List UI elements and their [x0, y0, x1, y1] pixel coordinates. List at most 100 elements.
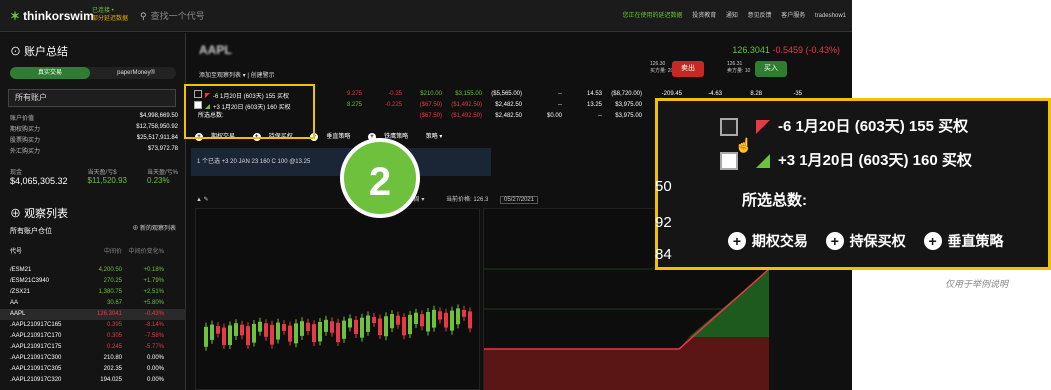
new-watchlist-button[interactable]: ⊕ 新的观察列表	[132, 223, 176, 232]
nav-education[interactable]: 投资教育	[692, 13, 716, 19]
watchlist-row[interactable]: /ZSX21 1,380.75 +2.51%	[0, 287, 186, 298]
watchlist-chg: +5.80%	[143, 300, 164, 306]
tab-paper[interactable]: paperMoney®	[96, 67, 176, 79]
nav-user[interactable]: tradeshow1	[815, 13, 846, 19]
candle-body	[276, 322, 280, 340]
zoom-covered-call[interactable]: + 持保买权	[825, 232, 906, 250]
candle-body	[456, 308, 460, 325]
candle-body	[378, 318, 382, 335]
watchlist-sym: /ESM21	[10, 267, 32, 273]
watchlist-sym: .AAPL210917C175	[10, 344, 62, 350]
account-selector[interactable]: 所有账户	[8, 89, 176, 107]
watchlist-mid: 0.395	[106, 322, 122, 328]
watchlist-row[interactable]: .AAPL210917C300 210.80 0.00%	[0, 353, 186, 364]
chart-toolbar: ▲ ✎ 1周 ▾ 当前价格: 126.3 05/27/2021	[196, 194, 666, 204]
chart-date-input[interactable]: 05/27/2021	[500, 196, 539, 204]
candle-body	[462, 309, 466, 317]
watchlist-row[interactable]: .AAPL210917C170 0.305 -7.58%	[0, 331, 186, 342]
candle-body	[252, 324, 256, 343]
watchlist-mid: 4,200.50	[98, 267, 122, 273]
buy-button[interactable]: 买入	[755, 61, 787, 77]
watchlist-row[interactable]: .AAPL210917C305 202.35 0.00%	[0, 364, 186, 375]
candle-body	[324, 319, 328, 332]
zoom-option-trade[interactable]: + 期权交易	[728, 232, 808, 250]
watchlist-header: 代号 中间价 中间价变化%	[10, 249, 164, 255]
zoom-side-value: 92	[655, 214, 672, 231]
watchlist-row[interactable]: /ESM21 4,200.50 +0.18%	[0, 265, 186, 276]
watchlist-sym: AAPL	[10, 311, 26, 317]
watchlist-row[interactable]: .AAPL210917C320 194.025 0.00%	[0, 375, 186, 386]
candle-body	[204, 326, 208, 347]
candle-body	[210, 324, 214, 340]
candle-body	[402, 317, 406, 336]
nav-delayed-data[interactable]: 您正在使用的延迟数据	[623, 13, 683, 19]
price-chart[interactable]	[195, 208, 480, 390]
caption-note: 仅用于举例说明	[945, 279, 1009, 289]
chart-draw-icon[interactable]: ▲ ✎	[196, 197, 209, 203]
watchlist: ⊕ 观察列表 所有账户仓位 ⊕ 新的观察列表 代号 中间价 中间价变化% /ESM2…	[0, 205, 186, 386]
zoom-row-short-call[interactable]: ☝ -6 1月20日 (603天) 155 买权	[658, 111, 1048, 153]
watchlist-chg: -8.14%	[144, 322, 164, 328]
candle-body	[420, 314, 424, 327]
watchlist-mid: 30.67	[106, 300, 122, 306]
candle-body	[468, 311, 472, 329]
candle-body	[264, 323, 268, 337]
candle-body	[450, 310, 454, 331]
short-flag-icon	[756, 120, 770, 134]
connection-status[interactable]: 已连接 • 部分延迟数据	[92, 7, 128, 23]
candle-body	[342, 320, 346, 339]
watchlist-row[interactable]: .AAPL210917C175 0.245 -5.77%	[0, 342, 186, 353]
chart-current-price: 当前价格: 126.3	[446, 197, 489, 203]
zoom-vertical[interactable]: + 垂直策略	[923, 232, 1003, 250]
symbol-search[interactable]: ⚲ 查找一个代号	[140, 8, 290, 24]
nav-support[interactable]: 客户服务	[781, 13, 805, 19]
account-mode-toggle[interactable]: 真实交易 paperMoney®	[10, 67, 176, 79]
watchlist-chg: +2.51%	[143, 289, 164, 295]
top-bar: ✶ thinkorswim 已连接 • 部分延迟数据 ⚲ 查找一个代号 您正在使用的…	[0, 0, 852, 32]
zoom-side-value: 84	[655, 246, 672, 263]
sell-button[interactable]: 卖出	[672, 61, 704, 77]
zoom-actions: + 期权交易 + 持保买权 + 垂直策略	[658, 225, 1048, 257]
candle-body	[432, 309, 436, 328]
zoom-checkbox-checked[interactable]	[720, 152, 738, 170]
add-to-watchlist[interactable]: 添加至观察列表 ▾ | 创建警示	[199, 70, 275, 79]
candle-body	[396, 315, 400, 325]
nav-feedback[interactable]: 意见反馈	[748, 13, 772, 19]
watchlist-row[interactable]: .AAPL210917C165 0.395 -8.14%	[0, 320, 186, 331]
watchlist-row[interactable]: AAPL 126.3041 -0.43%	[0, 309, 186, 320]
candle-body	[240, 324, 244, 336]
candle-body	[384, 316, 388, 337]
candle-body	[288, 325, 292, 342]
watchlist-sym: .AAPL210917C320	[10, 377, 62, 383]
tab-live[interactable]: 真实交易	[10, 67, 90, 79]
watchlist-row[interactable]: /ESM21C3940 270.25 +1.79%	[0, 276, 186, 287]
vertical-button[interactable]: + 垂直策略	[310, 133, 358, 141]
watchlist-row[interactable]: AA 30.67 +5.80%	[0, 298, 186, 309]
watchlist-chg: 0.00%	[146, 355, 164, 361]
candle-body	[246, 326, 250, 346]
watchlist-sym: .AAPL210917C170	[10, 333, 62, 339]
candle-body	[444, 312, 448, 328]
plus-icon: +	[825, 232, 844, 250]
watchlist-chg: -7.58%	[144, 333, 164, 339]
watchlist-chg: -0.43%	[144, 311, 164, 317]
watchlist-sym: AA	[10, 300, 19, 306]
left-panel: ⊙ 账户总结 真实交易 paperMoney® 所有账户 账户价值 $4,998,…	[0, 33, 186, 390]
zoom-row-long-call[interactable]: +3 1月20日 (603天) 160 买权	[658, 145, 1048, 177]
nav-notifications[interactable]: 通知	[726, 13, 738, 19]
app-logo[interactable]: ✶ thinkorswim	[10, 9, 94, 23]
watchlist-chg: 0.00%	[146, 377, 164, 383]
candle-body	[318, 322, 322, 342]
strategy-dropdown[interactable]: 策略 ▾	[426, 134, 443, 140]
watchlist-mid: 0.245	[106, 344, 122, 350]
candle-body	[234, 323, 238, 336]
candle-body	[366, 315, 370, 332]
long-flag-icon	[756, 154, 770, 168]
candle-body	[270, 324, 274, 345]
candle-body	[414, 312, 418, 325]
watchlist-mid: 126.3041	[96, 311, 122, 317]
candle-body	[216, 326, 220, 334]
zoom-side-value: 50	[655, 178, 672, 195]
watchlist-mid: 270.25	[103, 278, 122, 284]
watchlist-chg: +0.18%	[143, 267, 164, 273]
